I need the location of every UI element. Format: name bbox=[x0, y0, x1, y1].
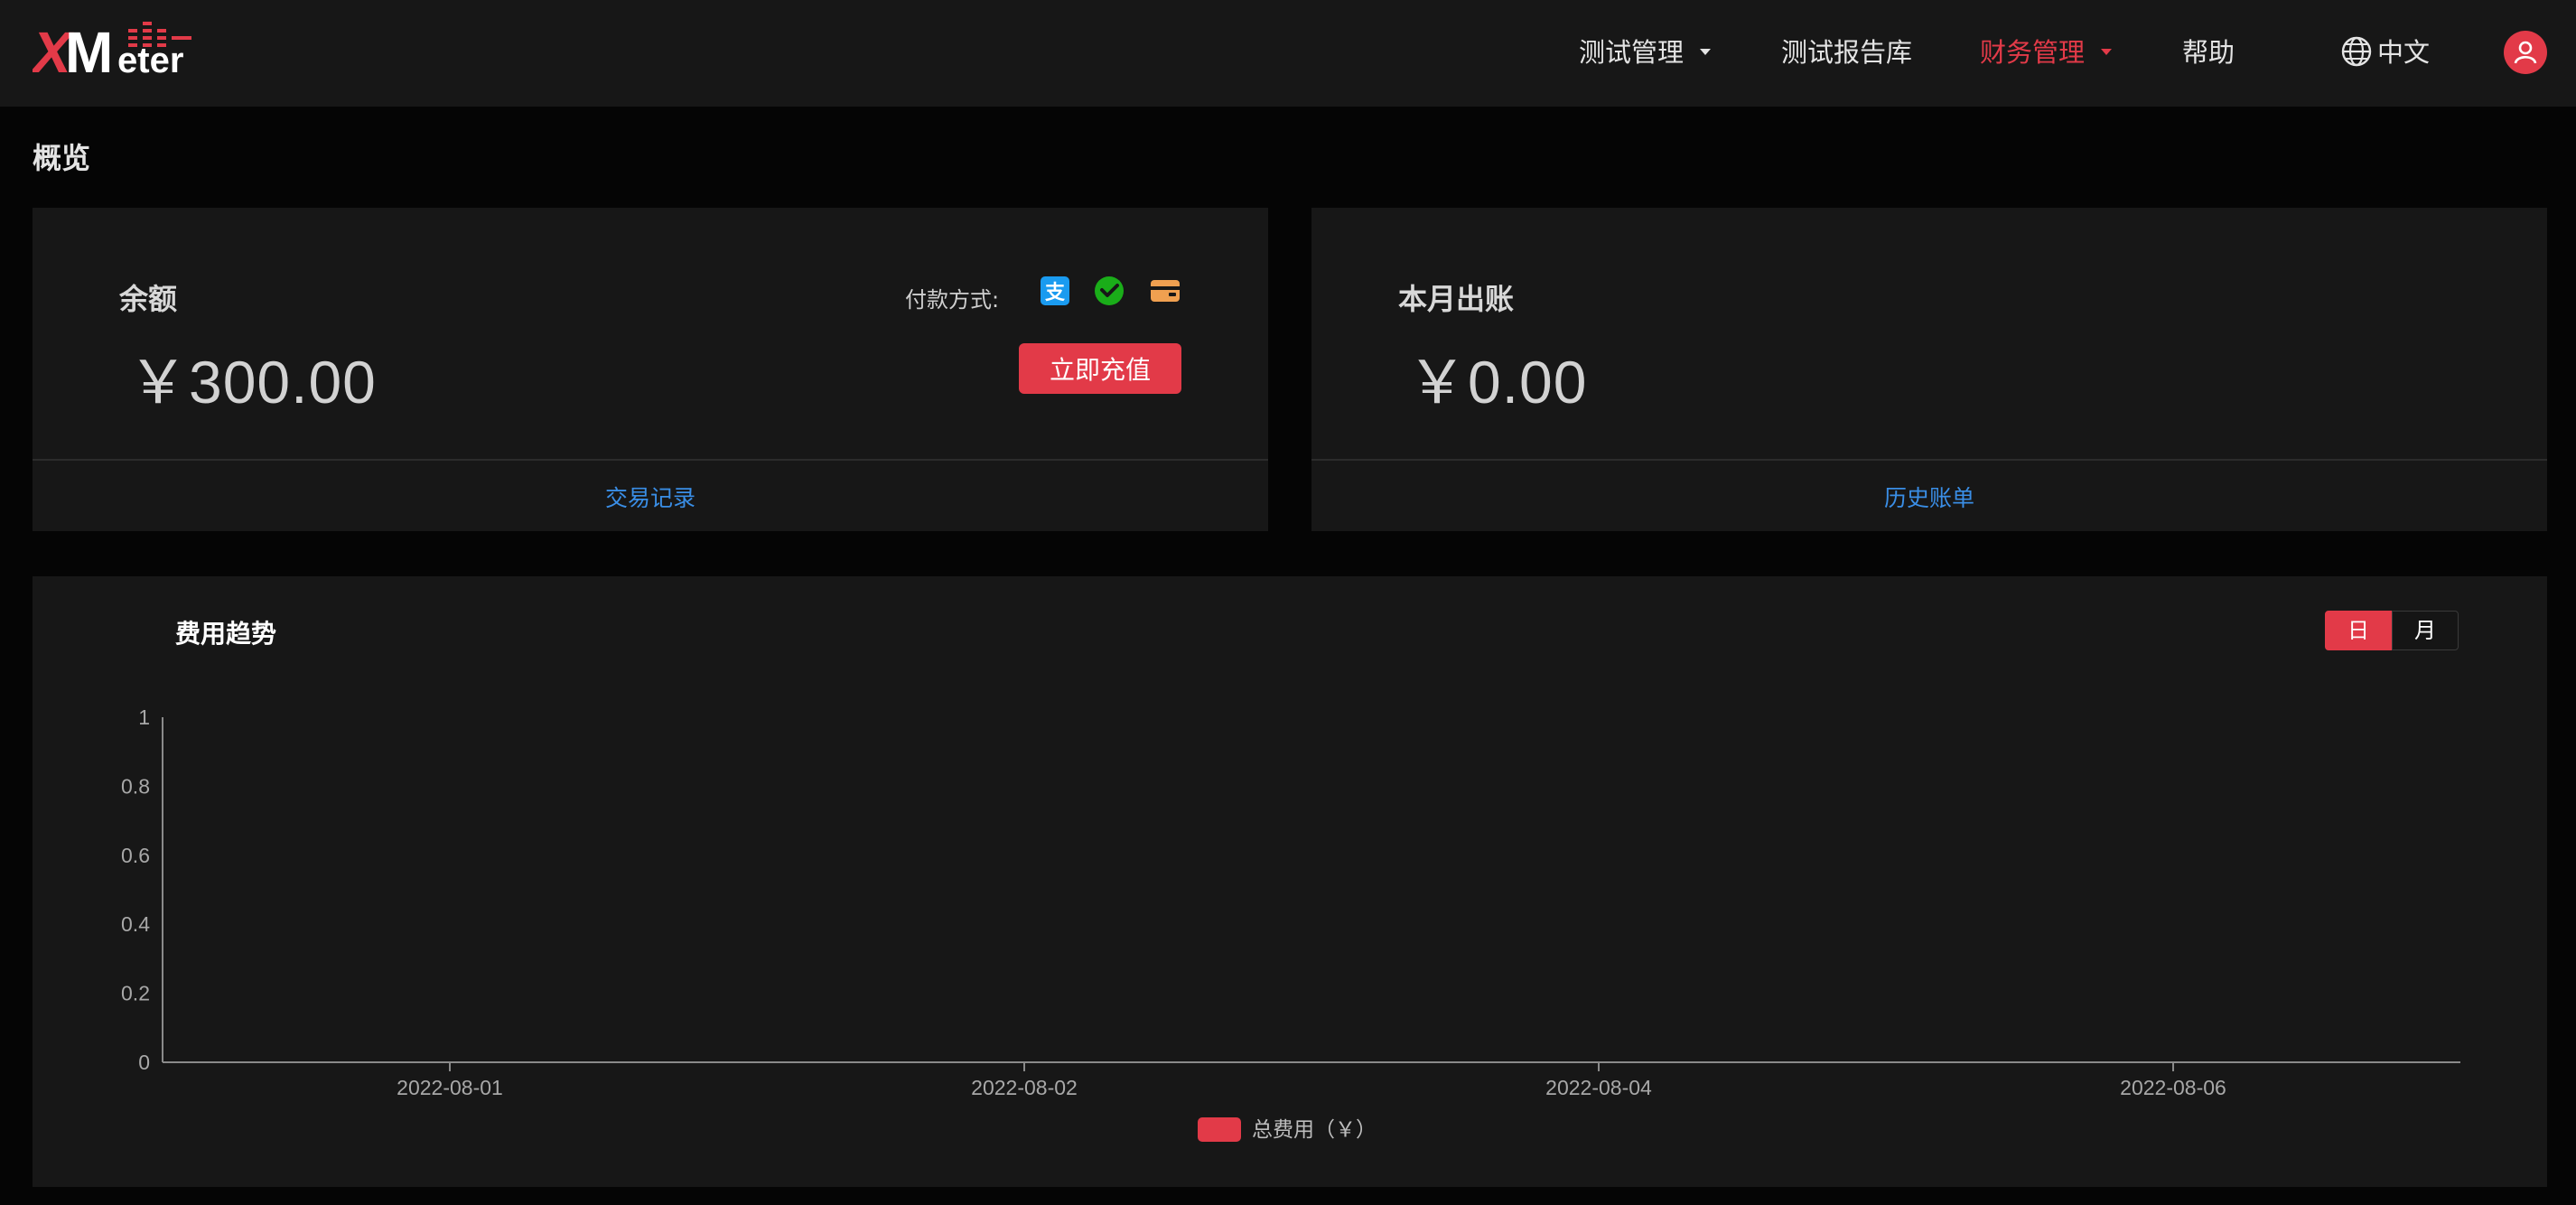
x-tick-label: 2022-08-04 bbox=[1545, 1076, 1652, 1099]
y-tick-label: 1 bbox=[138, 705, 150, 729]
y-tick-label: 0.8 bbox=[121, 774, 150, 798]
x-tick-label: 2022-08-01 bbox=[397, 1076, 503, 1099]
legend-swatch bbox=[1198, 1117, 1241, 1142]
y-tick-label: 0 bbox=[138, 1051, 150, 1074]
legend-label: 总费用（￥） bbox=[1252, 1118, 1377, 1142]
x-tick-label: 2022-08-02 bbox=[971, 1076, 1078, 1099]
y-tick-label: 0.6 bbox=[121, 844, 150, 867]
y-tick-label: 0.2 bbox=[121, 982, 150, 1005]
y-tick-label: 0.4 bbox=[121, 912, 150, 936]
cost-trend-chart: 0 0.2 0.4 0.6 0.8 1 2022-08-01 2022-08-02 2022-0… bbox=[121, 705, 2460, 1142]
x-tick-label: 2022-08-06 bbox=[2120, 1076, 2226, 1099]
